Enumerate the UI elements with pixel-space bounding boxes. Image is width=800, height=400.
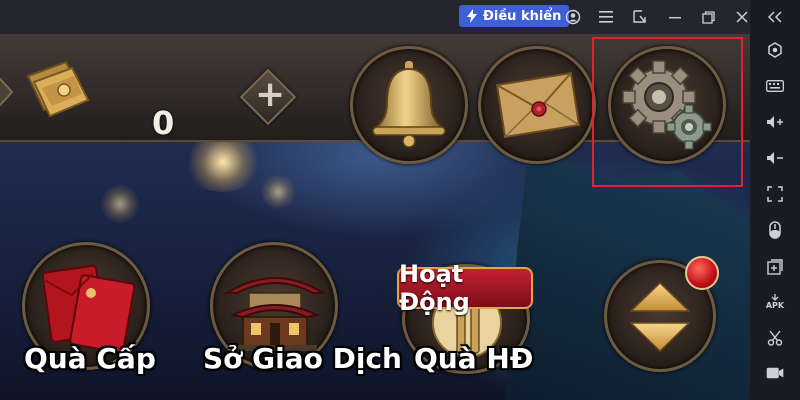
add-currency-button[interactable]: + [238,67,298,127]
left-arrow-icon[interactable] [0,70,16,114]
add-window-icon[interactable] [765,257,785,277]
notification-dot [685,256,719,290]
bell-icon [372,61,446,148]
game-screen: 0 + Quà Cấp Sở Giao Dịch Hoạt Động Quà H… [0,34,750,400]
currency-count: 0 [152,104,175,142]
shake-icon[interactable] [765,220,785,240]
gold-ticket-icon [26,60,90,118]
volume-down-icon[interactable] [765,148,785,168]
cut-icon[interactable] [765,328,785,348]
fullscreen-icon[interactable] [765,184,785,204]
emulator-titlebar: Điều khiển [0,0,800,34]
control-button[interactable]: Điều khiển [459,5,570,27]
lantern-light [100,184,140,224]
resize-icon[interactable] [629,6,651,28]
mail-button[interactable] [478,46,596,164]
hexagon-settings-icon[interactable] [765,40,785,60]
plus-icon: + [255,74,286,115]
apk-icon[interactable]: APK [765,292,785,312]
lantern-light [260,174,296,210]
activity-gift-label: Quà HĐ [414,342,534,375]
level-gift-label: Quà Cấp [24,342,156,375]
record-icon[interactable] [765,363,785,383]
restore-icon[interactable] [697,6,719,28]
notification-button[interactable] [350,46,468,164]
pagoda-icon [223,277,327,351]
collapse-icon[interactable] [765,7,785,27]
minimize-icon[interactable] [664,6,686,28]
keyboard-icon[interactable] [765,76,785,96]
red-envelope-icon [43,265,135,351]
up-down-arrows-icon [629,281,691,353]
apk-label: APK [765,301,785,310]
control-button-label: Điều khiển [483,8,562,24]
event-badge-label: Hoạt Động [399,260,470,316]
menu-icon[interactable] [595,6,617,28]
volume-up-icon[interactable] [765,112,785,132]
lightning-icon [467,9,477,23]
emulator-sidebar: APK [750,0,800,400]
highlight-box [592,37,743,187]
trade-market-label: Sở Giao Dịch [203,342,402,375]
event-badge: Hoạt Động [397,260,533,316]
account-icon[interactable] [562,6,584,28]
envelope-icon [495,71,581,139]
